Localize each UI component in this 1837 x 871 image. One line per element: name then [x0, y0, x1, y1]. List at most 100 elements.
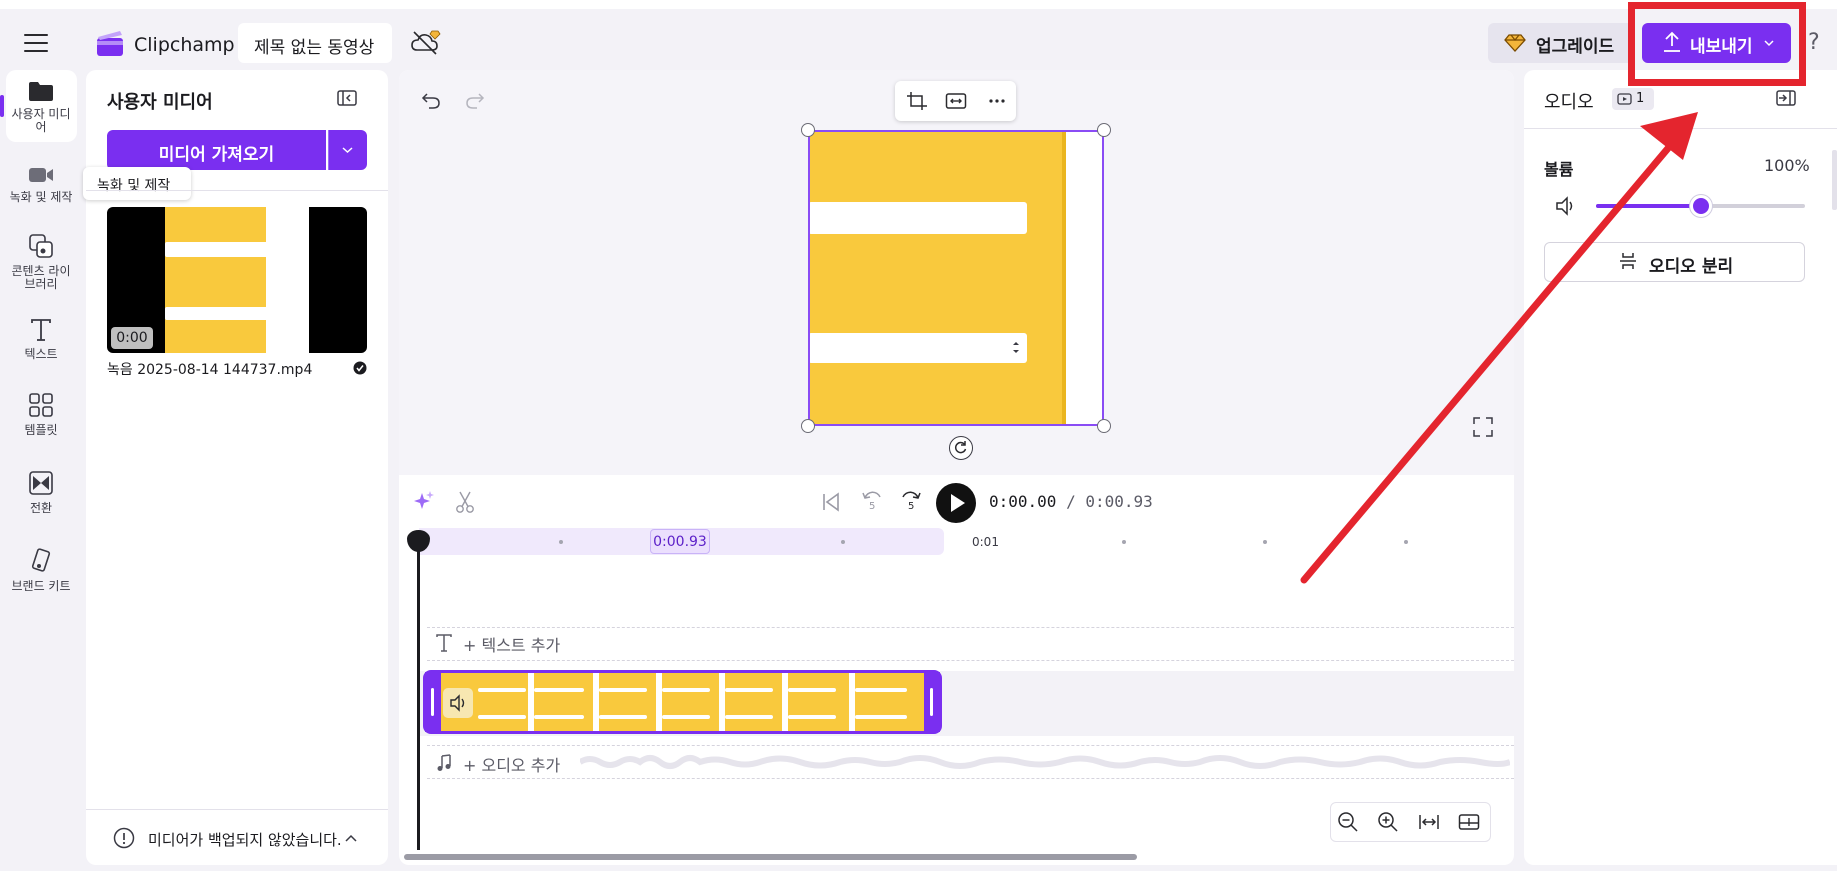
zoom-out-icon[interactable] [1337, 811, 1359, 833]
tooltip: 녹화 및 제작 [83, 167, 191, 200]
thumbnail-bar [165, 307, 273, 320]
speaker-icon[interactable] [1554, 195, 1578, 217]
diamond-icon [1504, 34, 1526, 52]
fullscreen-icon[interactable] [1472, 416, 1494, 438]
rail-item-user-media[interactable]: 사용자 미디어 [0, 80, 82, 134]
help-button[interactable]: ? [1808, 30, 1820, 55]
collapse-panel-icon[interactable] [1775, 88, 1797, 108]
clip-trim-handle-right[interactable] [924, 672, 940, 732]
rotate-handle[interactable] [949, 436, 973, 460]
rail-item-templates[interactable]: 템플릿 [0, 392, 82, 437]
rotate-icon [954, 441, 967, 454]
chevron-down-icon [328, 130, 353, 170]
redo-icon[interactable] [464, 90, 486, 110]
split-audio-button[interactable]: 오디오 분리 [1544, 242, 1805, 282]
folder-icon [29, 82, 53, 101]
rail-item-transitions[interactable]: 전환 [0, 470, 82, 515]
project-title[interactable]: 제목 없는 동영상 [238, 23, 392, 63]
ruler-label: 0:01 [972, 535, 999, 549]
music-note-icon [437, 754, 451, 771]
volume-slider-fill [1596, 204, 1701, 208]
forward-5-button[interactable]: 5 [899, 489, 923, 515]
resize-handle[interactable] [1097, 123, 1111, 137]
clip-frame-divider [593, 673, 599, 731]
fit-icon[interactable] [945, 91, 967, 111]
properties-title: 오디오 [1544, 92, 1594, 113]
import-media-button[interactable]: 미디어 가져오기 [107, 130, 326, 170]
library-icon [29, 234, 53, 258]
clip-frame-divider [528, 673, 534, 731]
chevron-up-icon[interactable] [344, 832, 358, 844]
text-icon [31, 319, 51, 341]
menu-icon[interactable] [24, 34, 48, 52]
crop-icon[interactable] [906, 91, 928, 111]
resize-handle[interactable] [801, 123, 815, 137]
cloud-offline-premium-icon[interactable] [410, 28, 442, 58]
play-button[interactable] [936, 483, 976, 523]
video-clip[interactable] [423, 670, 942, 734]
timeline-scrollbar[interactable] [404, 854, 1137, 860]
volume-slider-thumb[interactable] [1690, 195, 1712, 217]
rail-item-brand-kit[interactable]: 브랜드 키트 [0, 548, 82, 593]
clip-frame-bar [662, 688, 710, 692]
camera-icon [29, 168, 53, 182]
playhead[interactable] [417, 540, 420, 850]
collapse-panel-icon[interactable] [336, 88, 358, 108]
thumbnail-bar [165, 242, 273, 257]
fit-timeline-icon[interactable] [1418, 811, 1440, 833]
divider [86, 809, 388, 810]
clip-trim-handle-left[interactable] [425, 672, 441, 732]
transition-icon [29, 471, 53, 495]
undo-icon[interactable] [420, 90, 442, 110]
clipchamp-logo-icon [97, 31, 123, 56]
clip-volume-button[interactable] [443, 688, 473, 718]
expand-track-icon[interactable] [1458, 811, 1480, 833]
rewind-5-button[interactable]: 5 [860, 489, 884, 515]
clip-frame-bar [534, 715, 584, 719]
upgrade-label: 업그레이드 [1536, 37, 1615, 57]
timecode: 0:00.00 / 0:00.93 [989, 492, 1153, 511]
rail-item-record[interactable]: 녹화 및 제작 [0, 165, 82, 204]
clip-frame-divider [719, 673, 725, 731]
total-time: 0:00.93 [1085, 492, 1153, 511]
clip-frame-bar [534, 688, 584, 692]
rail-item-text[interactable]: 텍스트 [0, 318, 82, 361]
text-track[interactable] [427, 627, 1514, 661]
brand-name: Clipchamp [134, 34, 235, 56]
rail-label: 사용자 미디어 [11, 107, 71, 134]
media-panel-title: 사용자 미디어 [107, 92, 213, 113]
sparkle-icon[interactable] [413, 490, 435, 512]
clip-count: 1 [1636, 91, 1645, 106]
scissors-icon[interactable] [454, 490, 476, 514]
more-options-icon[interactable] [986, 91, 1008, 111]
ruler-tick [1404, 540, 1408, 544]
volume-value: 100% [1764, 156, 1810, 175]
split-audio-label: 오디오 분리 [1649, 257, 1734, 277]
clip-frame-bar [788, 715, 836, 719]
clip-frame-bar [855, 715, 907, 719]
add-text-label[interactable]: + 텍스트 추가 [463, 632, 560, 656]
resize-handle[interactable] [801, 419, 815, 433]
selection-frame[interactable] [808, 130, 1104, 426]
trim-grip [930, 688, 933, 716]
clip-frame-bar [478, 715, 526, 719]
current-time: 0:00.00 [989, 492, 1057, 511]
thumbnail-duration: 0:00 [111, 327, 153, 349]
clip-frame-bar [478, 688, 526, 692]
divider [86, 190, 388, 191]
rail-item-content-library[interactable]: 콘텐츠 라이브러리 [0, 233, 82, 291]
thumbnail-edge [309, 207, 314, 353]
template-icon [29, 393, 53, 417]
skip-to-start-icon[interactable] [820, 491, 842, 513]
backup-warning-text[interactable]: 미디어가 백업되지 않았습니다. [148, 829, 342, 850]
rail-label: 브랜드 키트 [11, 579, 71, 593]
thumbnail-frame-white [266, 207, 309, 353]
volume-label: 볼륨 [1544, 160, 1574, 179]
video-clip-icon [1617, 93, 1632, 105]
import-dropdown-button[interactable] [328, 130, 367, 170]
panel-scrollbar[interactable] [1832, 150, 1837, 210]
add-audio-label[interactable]: + 오디오 추가 [463, 752, 560, 776]
resize-handle[interactable] [1097, 419, 1111, 433]
zoom-in-icon[interactable] [1377, 811, 1399, 833]
clip-frame-bar [788, 688, 836, 692]
